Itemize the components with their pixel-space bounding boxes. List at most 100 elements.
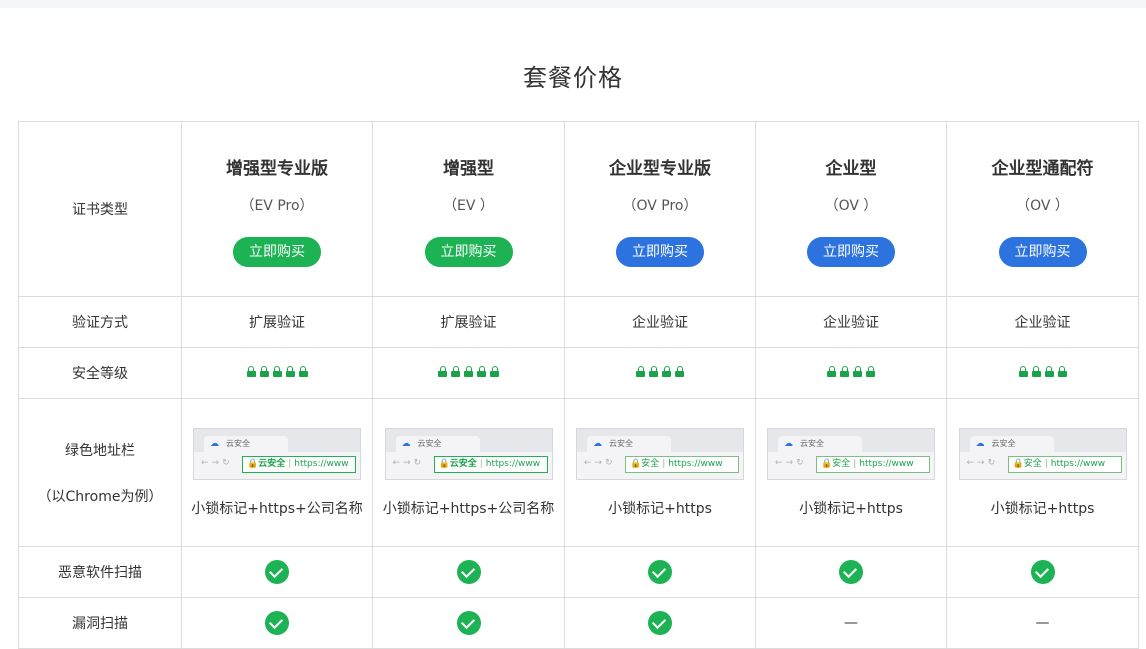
lock-icon: [451, 366, 460, 377]
top-strip: [0, 0, 1146, 8]
address-separator: |: [662, 458, 666, 469]
green-bar-description: 小锁标记+https+公司名称: [191, 500, 363, 517]
address-url: https://www: [859, 458, 914, 469]
padlock-icon: 🔒: [630, 458, 642, 469]
verify-method-cell: 扩展验证: [372, 296, 565, 348]
check-icon: [456, 560, 481, 584]
product-code: （OV ）: [1016, 197, 1069, 214]
vuln-scan-cell: [372, 597, 565, 649]
buy-button[interactable]: 立即购买: [616, 236, 704, 267]
nav-arrows-icon: ←→↻: [584, 457, 616, 468]
lock-icon: [636, 366, 645, 377]
malware-scan-cell: [755, 546, 947, 598]
browser-tab-title: 云安全: [800, 438, 824, 448]
padlock-icon: 🔒: [821, 458, 833, 469]
browser-toolbar: ←→↻ 🔒安全 | https://www: [768, 451, 934, 479]
nav-arrows-icon: ←→↻: [775, 457, 807, 468]
lock-icon: [259, 366, 269, 377]
row-label-cert-type: 证书类型: [18, 121, 182, 297]
lock-rating: [827, 365, 875, 377]
address-separator: |: [479, 458, 483, 469]
product-name: 企业型通配符: [991, 158, 1094, 179]
browser-tab: ☁ 云安全: [587, 435, 671, 452]
product-header-cell: 企业型 （OV ） 立即购买: [755, 121, 947, 297]
product-name: 企业型专业版: [609, 158, 711, 179]
address-bar: 🔒云安全 | https://www: [242, 455, 356, 473]
padlock-icon: 🔒: [1012, 458, 1024, 469]
lock-icon: [1044, 366, 1054, 377]
lock-rating: [1018, 365, 1067, 377]
nav-arrows-icon: ←→↻: [201, 457, 233, 468]
green-bar-cell: ☁ 云安全 ←→↻ 🔒安全 | https://www 小锁标记+https: [946, 398, 1139, 547]
browser-preview: ☁ 云安全 ←→↻ 🔒安全 | https://www: [576, 427, 744, 480]
row-label-level: 安全等级: [18, 347, 182, 399]
buy-button-wrap: 立即购买: [756, 215, 946, 267]
row-label-green-bar-line2: （以Chrome为例）: [37, 488, 163, 505]
green-bar-description: 小锁标记+https: [799, 500, 903, 517]
lock-icon: [662, 366, 671, 377]
row-label-green-bar-line1: 绿色地址栏: [65, 442, 135, 459]
product-name: 增强型专业版: [226, 158, 328, 179]
browser-tab-title: 云安全: [226, 438, 250, 448]
lock-icon: [866, 366, 875, 377]
buy-button-wrap: 立即购买: [373, 215, 564, 267]
buy-button[interactable]: 立即购买: [998, 236, 1087, 267]
buy-button-wrap: 立即购买: [947, 215, 1138, 267]
malware-scan-cell: [181, 546, 373, 598]
browser-preview: ☁ 云安全 ←→↻ 🔒云安全 | https://www: [384, 427, 553, 480]
product-header-cell: 企业型通配符 （OV ） 立即购买: [946, 121, 1139, 297]
browser-tab: ☁ 云安全: [969, 435, 1054, 452]
green-bar-description: 小锁标记+https: [608, 500, 712, 517]
buy-button-wrap: 立即购买: [565, 215, 755, 267]
green-bar-cell: ☁ 云安全 ←→↻ 🔒云安全 | https://www 小锁标记+https+公司名称: [372, 398, 565, 547]
security-level-cell: [564, 347, 756, 399]
lock-icon: [490, 366, 499, 377]
green-bar-cell: ☁ 云安全 ←→↻ 🔒安全 | https://www 小锁标记+https: [564, 398, 756, 547]
lock-icon: [477, 366, 486, 377]
product-header-cell: 增强型 （EV ） 立即购买: [372, 121, 565, 297]
lock-icon: [298, 366, 308, 377]
not-included-dash: —: [1035, 615, 1050, 631]
padlock-icon: 🔒: [438, 458, 450, 469]
address-url: https://www: [1050, 458, 1106, 469]
nav-arrows-icon: ←→↻: [966, 457, 999, 468]
address-bar: 🔒安全 | https://www: [816, 455, 930, 473]
product-code: （OV Pro）: [622, 197, 698, 214]
check-icon: [648, 560, 672, 584]
vuln-scan-cell: [181, 597, 373, 649]
vuln-scan-cell: [564, 597, 756, 649]
cloud-logo-icon: ☁: [975, 438, 985, 449]
malware-scan-cell: [372, 546, 565, 598]
address-bar: 🔒安全 | https://www: [1007, 455, 1122, 473]
address-url: https://www: [294, 458, 349, 469]
browser-toolbar: ←→↻ 🔒云安全 | https://www: [385, 451, 552, 479]
buy-button[interactable]: 立即购买: [233, 236, 321, 267]
address-url: https://www: [668, 458, 723, 469]
lock-icon: [827, 366, 836, 377]
lock-rating: [246, 365, 308, 377]
product-header-cell: 增强型专业版 （EV Pro） 立即购买: [181, 121, 373, 297]
lock-icon: [675, 366, 684, 377]
check-icon: [456, 611, 481, 635]
product-name: 企业型: [825, 158, 877, 179]
address-separator: |: [1044, 458, 1048, 469]
lock-icon: [464, 366, 473, 377]
lock-icon: [285, 366, 295, 377]
buy-button[interactable]: 立即购买: [424, 236, 513, 267]
product-code: （OV ）: [824, 197, 878, 214]
check-icon: [265, 611, 289, 635]
row-vuln-scan: 漏洞扫描 — —: [18, 597, 1139, 649]
cloud-logo-icon: ☁: [210, 438, 219, 449]
malware-scan-cell: [946, 546, 1139, 598]
address-url: https://www: [485, 458, 541, 469]
lock-rating: [636, 365, 684, 377]
green-bar-cell: ☁ 云安全 ←→↻ 🔒安全 | https://www 小锁标记+https: [755, 398, 947, 547]
company-name: 云安全: [449, 458, 477, 469]
security-level-cell: [755, 347, 947, 399]
cloud-logo-icon: ☁: [401, 438, 411, 449]
lock-icon: [272, 366, 282, 377]
lock-icon: [438, 366, 447, 377]
vuln-scan-cell: —: [946, 597, 1139, 649]
check-icon: [648, 611, 672, 635]
buy-button[interactable]: 立即购买: [807, 236, 895, 267]
